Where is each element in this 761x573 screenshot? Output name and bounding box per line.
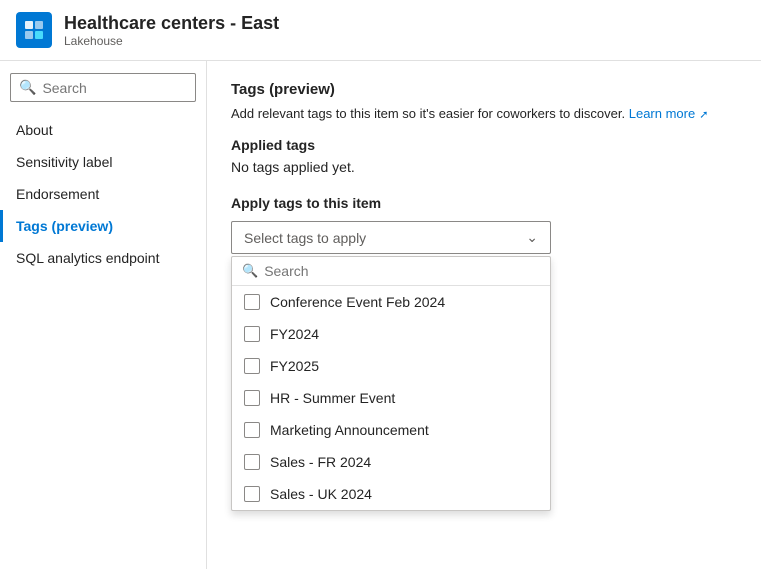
sidebar-item-sensitivity-label[interactable]: Sensitivity label xyxy=(0,146,206,178)
tag-label-6: Sales - FR 2024 xyxy=(270,454,371,470)
tag-option-5[interactable]: Marketing Announcement xyxy=(232,414,550,446)
tag-checkbox-3[interactable] xyxy=(244,358,260,374)
sidebar-search-box[interactable]: 🔍 xyxy=(10,73,196,102)
dropdown-placeholder: Select tags to apply xyxy=(244,230,366,246)
sidebar-search-input[interactable] xyxy=(42,80,187,96)
search-icon: 🔍 xyxy=(19,79,36,96)
tag-checkbox-4[interactable] xyxy=(244,390,260,406)
dropdown-search-box[interactable]: 🔍 xyxy=(232,257,550,286)
tag-option-2[interactable]: FY2024 xyxy=(232,318,550,350)
tag-checkbox-6[interactable] xyxy=(244,454,260,470)
tag-checkbox-7[interactable] xyxy=(244,486,260,502)
tags-section-title: Tags (preview) xyxy=(231,81,737,98)
applied-tags-label: Applied tags xyxy=(231,137,737,153)
page-title: Healthcare centers - East xyxy=(64,13,279,34)
tags-dropdown-menu: 🔍 Conference Event Feb 2024 FY2024 FY202… xyxy=(231,256,551,511)
learn-more-link[interactable]: Learn more➚ xyxy=(629,106,709,121)
tag-label-4: HR - Summer Event xyxy=(270,390,395,406)
sidebar-item-endorsement[interactable]: Endorsement xyxy=(0,178,206,210)
apply-tags-label: Apply tags to this item xyxy=(231,195,737,211)
tags-dropdown-trigger[interactable]: Select tags to apply ⌄ xyxy=(231,221,551,254)
sidebar-item-about[interactable]: About xyxy=(0,114,206,146)
page-header: Healthcare centers - East Lakehouse xyxy=(0,0,761,61)
app-icon xyxy=(16,12,52,48)
tag-option-6[interactable]: Sales - FR 2024 xyxy=(232,446,550,478)
tag-option-3[interactable]: FY2025 xyxy=(232,350,550,382)
tag-option-1[interactable]: Conference Event Feb 2024 xyxy=(232,286,550,318)
tag-option-4[interactable]: HR - Summer Event xyxy=(232,382,550,414)
tag-checkbox-5[interactable] xyxy=(244,422,260,438)
tag-label-3: FY2025 xyxy=(270,358,319,374)
sidebar-item-tags-preview[interactable]: Tags (preview) xyxy=(0,210,206,242)
sidebar-item-sql-analytics-endpoint[interactable]: SQL analytics endpoint xyxy=(0,242,206,274)
tag-label-2: FY2024 xyxy=(270,326,319,342)
tags-dropdown-container: Select tags to apply ⌄ 🔍 Conference Even… xyxy=(231,221,551,254)
content-area: 🔍 About Sensitivity label Endorsement Ta… xyxy=(0,61,761,569)
tag-option-7[interactable]: Sales - UK 2024 xyxy=(232,478,550,510)
description-text: Add relevant tags to this item so it's e… xyxy=(231,106,625,121)
tags-description: Add relevant tags to this item so it's e… xyxy=(231,106,737,121)
tag-label-5: Marketing Announcement xyxy=(270,422,429,438)
tag-checkbox-1[interactable] xyxy=(244,294,260,310)
sidebar: 🔍 About Sensitivity label Endorsement Ta… xyxy=(0,61,207,569)
external-link-icon: ➚ xyxy=(699,108,708,121)
tag-checkbox-2[interactable] xyxy=(244,326,260,342)
tag-label-1: Conference Event Feb 2024 xyxy=(270,294,445,310)
tag-label-7: Sales - UK 2024 xyxy=(270,486,372,502)
dropdown-search-input[interactable] xyxy=(264,263,540,279)
no-tags-text: No tags applied yet. xyxy=(231,159,737,175)
header-text-block: Healthcare centers - East Lakehouse xyxy=(64,13,279,48)
dropdown-search-icon: 🔍 xyxy=(242,263,258,279)
main-content: Tags (preview) Add relevant tags to this… xyxy=(207,61,761,569)
page-subtitle: Lakehouse xyxy=(64,34,279,48)
chevron-down-icon: ⌄ xyxy=(526,229,538,246)
